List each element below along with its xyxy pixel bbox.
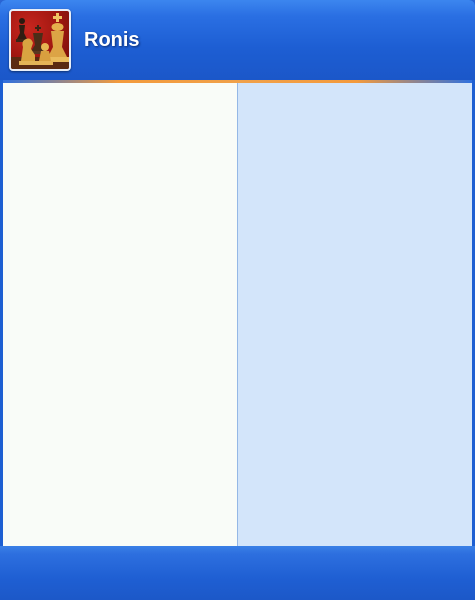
chess-pieces-icon — [11, 13, 69, 69]
start-menu: Ronis — [0, 0, 475, 600]
user-avatar[interactable] — [9, 9, 71, 71]
places-pane — [238, 83, 472, 546]
programs-pane — [3, 83, 237, 546]
start-menu-footer — [0, 546, 475, 600]
user-name: Ronis — [84, 29, 140, 51]
start-menu-header: Ronis — [0, 0, 475, 80]
